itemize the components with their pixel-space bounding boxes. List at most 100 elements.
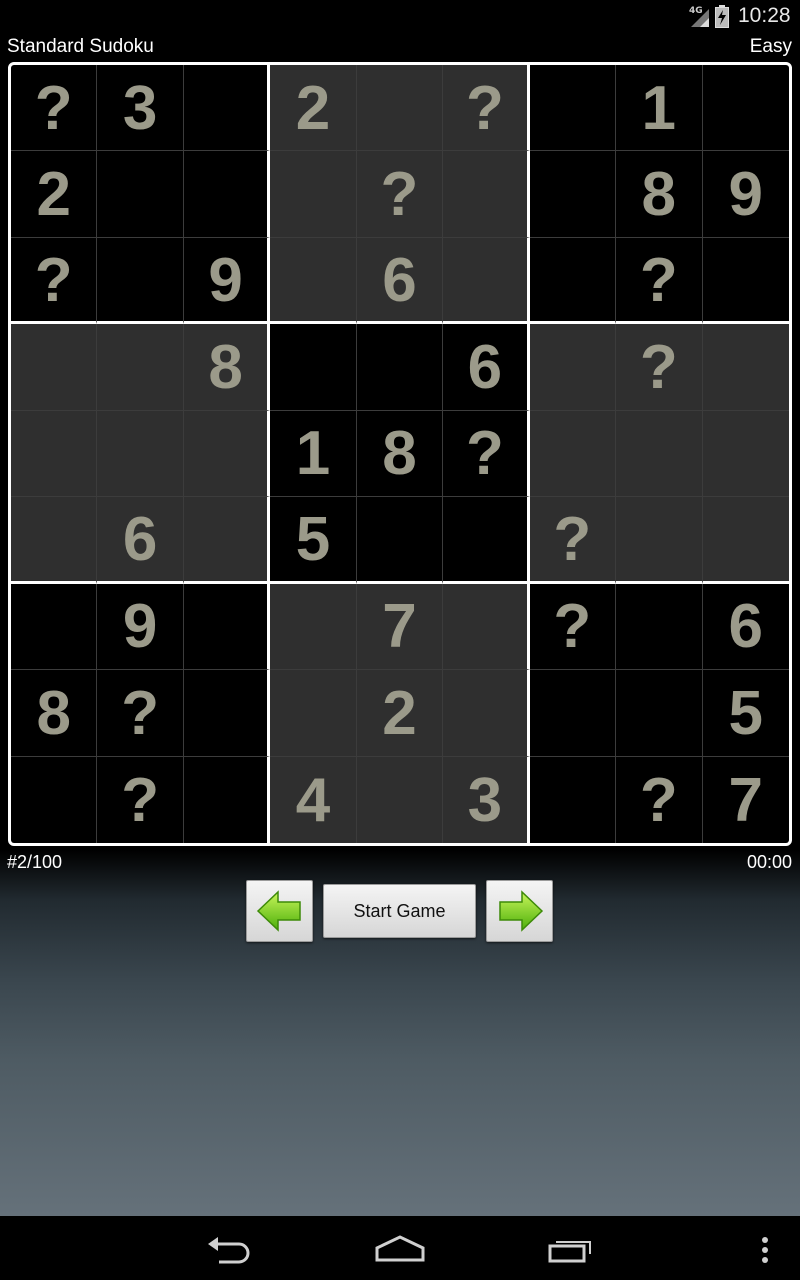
start-game-button[interactable]: Start Game bbox=[323, 884, 476, 938]
sudoku-cell-r5-c7[interactable] bbox=[529, 410, 617, 498]
sudoku-cell-r4-c6[interactable]: 6 bbox=[443, 324, 530, 411]
sudoku-cell-r7-c3[interactable] bbox=[183, 583, 271, 671]
sudoku-cell-r6-c8[interactable] bbox=[616, 497, 703, 584]
game-title: Standard Sudoku bbox=[7, 36, 154, 57]
sudoku-cell-r4-c7[interactable] bbox=[529, 324, 617, 411]
sudoku-cell-r4-c9[interactable] bbox=[702, 324, 789, 411]
sudoku-cell-r9-c1[interactable] bbox=[11, 756, 98, 843]
sudoku-cell-r3-c1[interactable]: ? bbox=[11, 237, 98, 325]
sudoku-cell-r9-c5[interactable] bbox=[356, 756, 444, 843]
overflow-menu-icon[interactable] bbox=[758, 1234, 772, 1266]
sudoku-cell-r2-c5[interactable]: ? bbox=[356, 151, 444, 238]
sudoku-cell-r8-c5[interactable]: 2 bbox=[356, 670, 444, 757]
sudoku-cell-r7-c6[interactable] bbox=[443, 583, 530, 671]
network-type: 4G bbox=[689, 6, 703, 16]
status-bar: 4G 10:28 bbox=[0, 0, 800, 36]
sudoku-cell-r5-c9[interactable] bbox=[702, 410, 789, 498]
sudoku-cell-r2-c9[interactable]: 9 bbox=[702, 151, 789, 238]
sudoku-cell-r7-c4[interactable] bbox=[270, 583, 357, 671]
sudoku-cell-r2-c7[interactable] bbox=[529, 151, 617, 238]
sudoku-cell-r9-c3[interactable] bbox=[183, 756, 271, 843]
sudoku-cell-r8-c2[interactable]: ? bbox=[97, 670, 184, 757]
sudoku-cell-r3-c2[interactable] bbox=[97, 237, 184, 325]
sudoku-cell-r6-c5[interactable] bbox=[356, 497, 444, 584]
sudoku-cell-r9-c9[interactable]: 7 bbox=[702, 756, 789, 843]
sudoku-cell-r8-c9[interactable]: 5 bbox=[702, 670, 789, 757]
sudoku-cell-r1-c9[interactable] bbox=[702, 65, 789, 152]
sudoku-cell-r7-c7[interactable]: ? bbox=[529, 583, 617, 671]
sudoku-cell-r2-c8[interactable]: 8 bbox=[616, 151, 703, 238]
sudoku-cell-r5-c2[interactable] bbox=[97, 410, 184, 498]
sudoku-cell-r7-c2[interactable]: 9 bbox=[97, 583, 184, 671]
sudoku-cell-r6-c6[interactable] bbox=[443, 497, 530, 584]
sudoku-cell-r6-c3[interactable] bbox=[183, 497, 271, 584]
sudoku-cell-r5-c5[interactable]: 8 bbox=[356, 410, 444, 498]
sudoku-cell-r7-c1[interactable] bbox=[11, 583, 98, 671]
home-icon[interactable] bbox=[374, 1234, 426, 1264]
sudoku-cell-r3-c6[interactable] bbox=[443, 237, 530, 325]
sudoku-cell-r6-c4[interactable]: 5 bbox=[270, 497, 357, 584]
left-arrow-icon bbox=[256, 890, 301, 932]
sudoku-cell-r8-c7[interactable] bbox=[529, 670, 617, 757]
sudoku-cell-r5-c6[interactable]: ? bbox=[443, 410, 530, 498]
sudoku-cell-r9-c7[interactable] bbox=[529, 756, 617, 843]
sudoku-cell-r9-c2[interactable]: ? bbox=[97, 756, 184, 843]
sudoku-cell-r4-c8[interactable]: ? bbox=[616, 324, 703, 411]
sudoku-cell-r9-c8[interactable]: ? bbox=[616, 756, 703, 843]
sudoku-cell-r3-c3[interactable]: 9 bbox=[183, 237, 271, 325]
sudoku-cell-r5-c4[interactable]: 1 bbox=[270, 410, 357, 498]
sudoku-cell-r3-c7[interactable] bbox=[529, 237, 617, 325]
sudoku-cell-r3-c4[interactable] bbox=[270, 237, 357, 325]
right-arrow-icon bbox=[498, 890, 543, 932]
sudoku-cell-r8-c3[interactable] bbox=[183, 670, 271, 757]
sudoku-cell-r4-c3[interactable]: 8 bbox=[183, 324, 271, 411]
sudoku-cell-r1-c4[interactable]: 2 bbox=[270, 65, 357, 152]
sudoku-cell-r4-c1[interactable] bbox=[11, 324, 98, 411]
sudoku-cell-r7-c5[interactable]: 7 bbox=[356, 583, 444, 671]
clock: 10:28 bbox=[738, 4, 791, 27]
sudoku-cell-r3-c8[interactable]: ? bbox=[616, 237, 703, 325]
sudoku-cell-r6-c9[interactable] bbox=[702, 497, 789, 584]
sudoku-cell-r8-c6[interactable] bbox=[443, 670, 530, 757]
sudoku-cell-r1-c1[interactable]: ? bbox=[11, 65, 98, 152]
sudoku-cell-r2-c2[interactable] bbox=[97, 151, 184, 238]
sudoku-cell-r5-c8[interactable] bbox=[616, 410, 703, 498]
sudoku-cell-r4-c2[interactable] bbox=[97, 324, 184, 411]
sudoku-cell-r2-c3[interactable] bbox=[183, 151, 271, 238]
sudoku-cell-r3-c5[interactable]: 6 bbox=[356, 237, 444, 325]
sudoku-cell-r8-c8[interactable] bbox=[616, 670, 703, 757]
navigation-bar bbox=[0, 1216, 800, 1280]
sudoku-cell-r8-c4[interactable] bbox=[270, 670, 357, 757]
sudoku-cell-r1-c2[interactable]: 3 bbox=[97, 65, 184, 152]
sudoku-grid: ? 3 2? 1 2? 8 9? 9 6? 8 6? 1 8? 6 5? 9 7? 6 8? 2 5? 4 3? 7 bbox=[11, 65, 789, 843]
sudoku-cell-r1-c3[interactable] bbox=[183, 65, 271, 152]
sudoku-cell-r1-c6[interactable]: ? bbox=[443, 65, 530, 152]
sudoku-cell-r5-c3[interactable] bbox=[183, 410, 271, 498]
sudoku-cell-r2-c6[interactable] bbox=[443, 151, 530, 238]
puzzle-number: #2/100 bbox=[7, 852, 63, 872]
sudoku-cell-r1-c7[interactable] bbox=[529, 65, 617, 152]
sudoku-cell-r1-c8[interactable]: 1 bbox=[616, 65, 703, 152]
sudoku-cell-r6-c1[interactable] bbox=[11, 497, 98, 584]
sudoku-cell-r2-c4[interactable] bbox=[270, 151, 357, 238]
sudoku-cell-r4-c5[interactable] bbox=[356, 324, 444, 411]
sudoku-cell-r7-c9[interactable]: 6 bbox=[702, 583, 789, 671]
sudoku-cell-r5-c1[interactable] bbox=[11, 410, 98, 498]
sudoku-cell-r2-c1[interactable]: 2 bbox=[11, 151, 98, 238]
next-puzzle-button[interactable] bbox=[486, 880, 553, 942]
sudoku-cell-r6-c2[interactable]: 6 bbox=[97, 497, 184, 584]
sudoku-board: ? 3 2? 1 2? 8 9? 9 6? 8 6? 1 8? 6 5? 9 7? 6 8? 2 5? 4 3? 7 bbox=[8, 62, 792, 846]
recent-apps-icon[interactable] bbox=[547, 1234, 595, 1264]
back-icon[interactable] bbox=[205, 1234, 253, 1264]
sudoku-cell-r9-c6[interactable]: 3 bbox=[443, 756, 530, 843]
difficulty-label: Easy bbox=[749, 36, 792, 57]
sudoku-cell-r9-c4[interactable]: 4 bbox=[270, 756, 357, 843]
sudoku-cell-r6-c7[interactable]: ? bbox=[529, 497, 617, 584]
sudoku-cell-r1-c5[interactable] bbox=[356, 65, 444, 152]
timer: 00:00 bbox=[746, 852, 792, 872]
previous-puzzle-button[interactable] bbox=[246, 880, 313, 942]
sudoku-cell-r4-c4[interactable] bbox=[270, 324, 357, 411]
sudoku-cell-r3-c9[interactable] bbox=[702, 237, 789, 325]
sudoku-cell-r8-c1[interactable]: 8 bbox=[11, 670, 98, 757]
sudoku-cell-r7-c8[interactable] bbox=[616, 583, 703, 671]
